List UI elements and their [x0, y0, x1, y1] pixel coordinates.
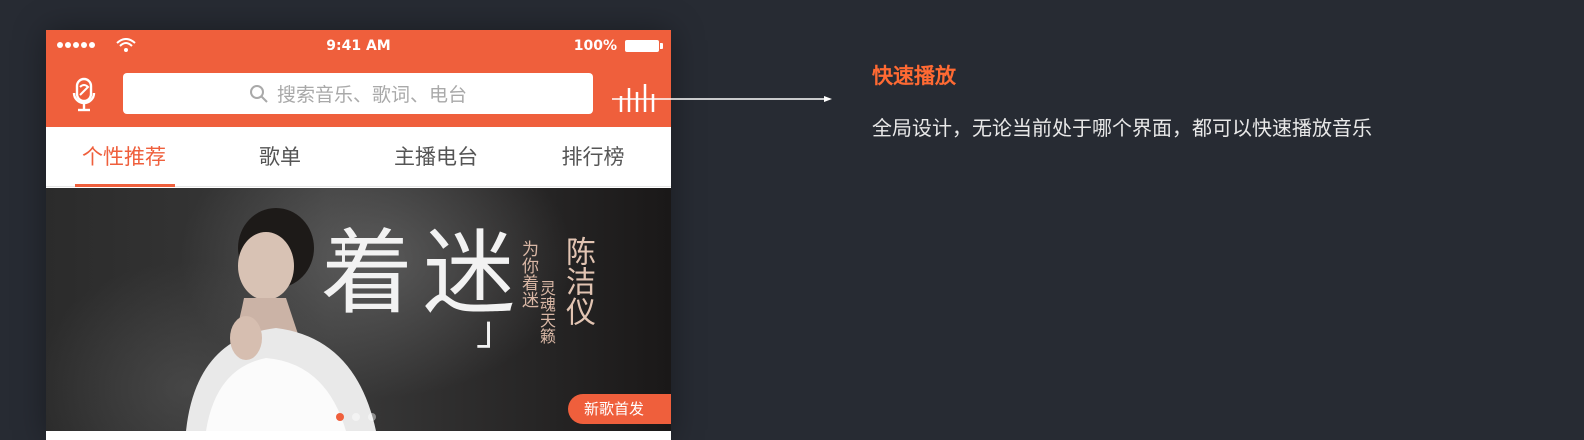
- active-tab-indicator: [75, 184, 175, 187]
- tab-playlists[interactable]: 歌单: [202, 127, 358, 187]
- battery-percent: 100%: [573, 38, 617, 54]
- tab-radio[interactable]: 主播电台: [358, 127, 514, 187]
- banner-artist: 陈洁仪: [560, 236, 595, 326]
- new-release-badge[interactable]: 新歌首发: [568, 394, 671, 424]
- app-header: 9:41 AM 100% 搜索音乐、歌词、电台: [46, 30, 671, 127]
- banner-subtitle: 为你着迷: [518, 240, 538, 308]
- callout-arrow: [612, 96, 832, 102]
- search-input[interactable]: 搜索音乐、歌词、电台: [123, 73, 593, 114]
- battery-icon: [625, 40, 663, 52]
- tab-charts[interactable]: 排行榜: [515, 127, 671, 187]
- tab-bar: 个性推荐 歌单 主播电台 排行榜: [46, 127, 671, 187]
- search-placeholder: 搜索音乐、歌词、电台: [276, 84, 467, 106]
- status-bar: 9:41 AM 100%: [46, 30, 671, 62]
- carousel-dot[interactable]: [352, 413, 360, 421]
- carousel-dot[interactable]: [368, 413, 376, 421]
- annotation-title: 快速播放: [872, 64, 956, 88]
- phone-screen: 9:41 AM 100% 搜索音乐、歌词、电台 个性推荐 歌单 主播电台 排行榜…: [46, 30, 671, 440]
- promo-banner[interactable]: 「 着迷 」 为你着迷 灵魂天籁 陈洁仪 新歌首发: [46, 188, 671, 431]
- search-icon: [249, 84, 268, 103]
- carousel-dots: [336, 413, 376, 421]
- annotation-description: 全局设计，无论当前处于哪个界面，都可以快速播放音乐: [872, 116, 1372, 140]
- title-bracket-right: 」: [476, 308, 516, 354]
- mic-icon[interactable]: [68, 75, 100, 115]
- banner-tagline: 灵魂天籁: [537, 280, 556, 344]
- tab-recommend[interactable]: 个性推荐: [46, 127, 202, 187]
- carousel-dot[interactable]: [336, 413, 344, 421]
